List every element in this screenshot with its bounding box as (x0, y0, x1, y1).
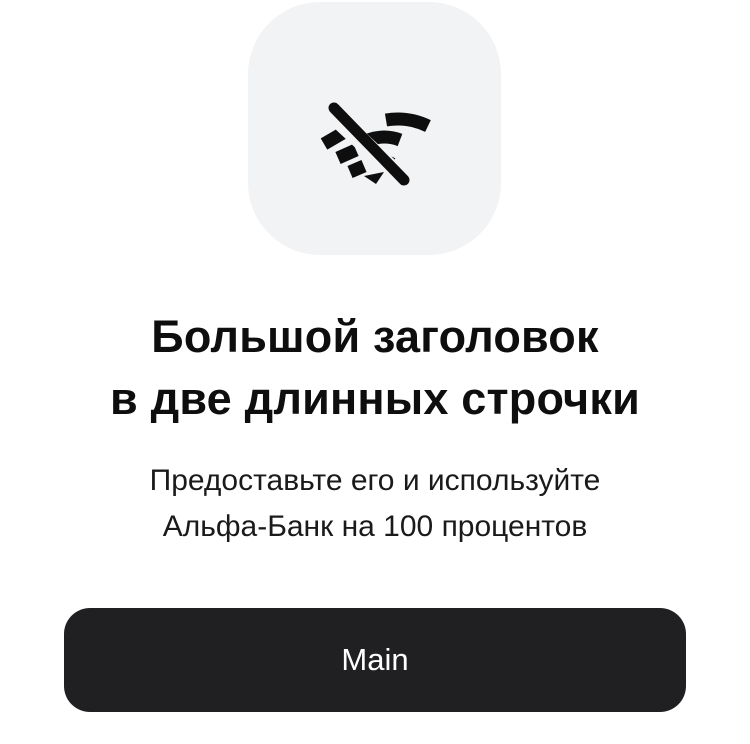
page-title: Большой заголовок в две длинных строчки (0, 306, 750, 430)
main-button[interactable]: Main (64, 608, 686, 712)
title-line-2: в две длинных строчки (110, 373, 640, 424)
page-subtitle: Предоставьте его и используйте Альфа-Бан… (0, 458, 750, 550)
subtitle-line-1: Предоставьте его и используйте (149, 464, 601, 497)
subtitle-line-2: Альфа-Банк на 100 процентов (162, 510, 588, 543)
main-button-label: Main (341, 642, 409, 677)
icon-tile (248, 2, 501, 255)
wifi-off-icon (320, 102, 431, 195)
title-line-1: Большой заголовок (151, 311, 599, 362)
